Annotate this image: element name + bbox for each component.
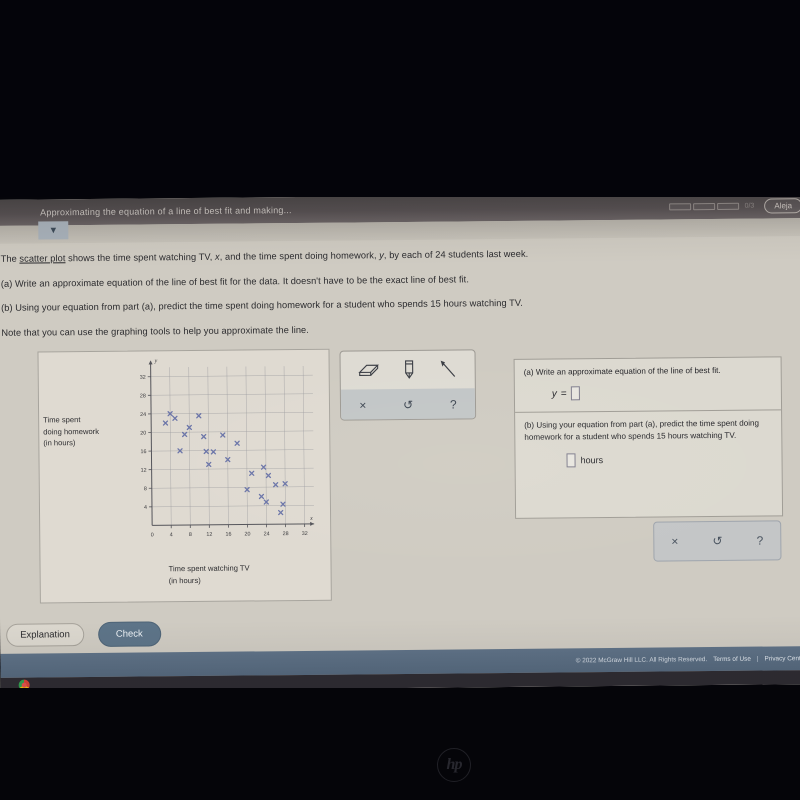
- plot-canvas[interactable]: 0 4 8 12 16 20 24 28 32 4 8 12 16 20 24 28 32 y x: [137, 356, 321, 548]
- svg-text:32: 32: [140, 375, 146, 381]
- progress-pill: [669, 202, 692, 210]
- hours-row: hours: [566, 451, 772, 468]
- svg-text:24: 24: [140, 412, 146, 418]
- equation-input-field[interactable]: [570, 386, 580, 401]
- answer-help-button[interactable]: ?: [757, 534, 764, 548]
- intro-text-b: shows the time spent watching TV,: [65, 251, 216, 264]
- laptop-screen: Approximating the equation of a line of …: [0, 192, 800, 692]
- data-point: [249, 471, 255, 477]
- svg-text:16: 16: [225, 532, 231, 538]
- progress-count: 0/3: [744, 202, 755, 210]
- pencil-icon[interactable]: [402, 360, 418, 380]
- svg-text:32: 32: [302, 531, 308, 537]
- intro-text-d: , by each of 24 students last week.: [383, 248, 529, 261]
- equation-equals: =: [560, 388, 567, 400]
- drawing-tool-row: [340, 351, 474, 390]
- y-axis-title-line-3: (in hours): [43, 438, 76, 448]
- hours-unit-label: hours: [580, 454, 604, 465]
- problem-intro: The scatter plot shows the time spent wa…: [1, 246, 800, 265]
- answer-part-a-prompt: (a) Write an approximate equation of the…: [523, 366, 721, 378]
- work-area: Time spent doing homework (in hours) Tim…: [1, 345, 800, 623]
- data-point: [172, 416, 178, 422]
- eraser-icon[interactable]: [358, 364, 380, 378]
- data-point: [196, 413, 202, 419]
- undo-answer-button[interactable]: ↺: [712, 534, 722, 548]
- problem-part-a: (a) Write an approximate equation of the…: [0, 273, 469, 289]
- svg-text:4: 4: [170, 533, 173, 539]
- clear-answer-button[interactable]: ×: [671, 535, 678, 549]
- svg-text:16: 16: [140, 450, 146, 456]
- svg-text:12: 12: [206, 532, 212, 538]
- data-point: [201, 434, 207, 440]
- answer-section-a: (a) Write an approximate equation of the…: [515, 358, 781, 412]
- data-point: [234, 441, 240, 447]
- progress-pill: [693, 202, 716, 210]
- x-axis-title-line-1: Time spent watching TV: [168, 563, 250, 574]
- laptop-bezel-top: [0, 0, 800, 197]
- terms-of-use-link[interactable]: Terms of Use: [713, 655, 751, 662]
- scatter-plot-svg[interactable]: 0 4 8 12 16 20 24 28 32 4 8 12 16 20 24 28 32 y x: [137, 356, 321, 548]
- x-axis-title: Time spent watching TV (in hours): [169, 563, 250, 587]
- drawing-action-row: × ↺ ?: [340, 388, 476, 422]
- y-axis-title-line-1: Time spent: [43, 415, 81, 425]
- answer-panel: (a) Write an approximate equation of the…: [513, 356, 784, 520]
- svg-text:24: 24: [264, 532, 270, 538]
- user-account-chip[interactable]: Aleja: [764, 197, 800, 214]
- y-axis-title-line-2: doing homework: [43, 426, 100, 437]
- answer-section-b: (b) Using your equation from part (a), p…: [515, 409, 782, 477]
- check-button[interactable]: Check: [97, 620, 161, 647]
- laptop-bezel-bottom: [0, 688, 800, 800]
- clear-drawing-button[interactable]: ×: [359, 398, 366, 412]
- svg-text:8: 8: [144, 487, 147, 493]
- svg-text:0: 0: [151, 533, 154, 539]
- svg-text:28: 28: [140, 394, 146, 400]
- data-point: [220, 432, 226, 439]
- drawing-help-button[interactable]: ?: [450, 397, 457, 411]
- answer-action-toolbar: × ↺ ?: [653, 520, 782, 563]
- explanation-button[interactable]: Explanation: [6, 622, 84, 647]
- equation-variable: y: [551, 388, 557, 400]
- copyright-text: © 2022 McGraw Hill LLC. All Rights Reser…: [575, 655, 708, 664]
- progress-indicator: 0/3: [669, 202, 755, 210]
- svg-text:20: 20: [140, 431, 146, 437]
- svg-text:20: 20: [245, 532, 251, 538]
- laptop-photo: Approximating the equation of a line of …: [0, 0, 800, 800]
- svg-text:8: 8: [189, 532, 192, 538]
- chevron-down-icon[interactable]: ▾: [38, 221, 69, 240]
- drawing-tool-palette[interactable]: × ↺ ?: [339, 349, 477, 422]
- problem-note: Note that you can use the graphing tools…: [1, 324, 309, 338]
- intro-text-c: , and the time spent doing homework,: [219, 250, 380, 262]
- footer-separator: |: [756, 655, 759, 663]
- data-point: [272, 482, 279, 488]
- x-axis-title-line-2: (in hours): [168, 575, 201, 586]
- data-point: [278, 510, 284, 516]
- svg-text:x: x: [309, 516, 313, 522]
- page-title: Approximating the equation of a line of …: [40, 205, 292, 218]
- y-axis-title: Time spent doing homework (in hours): [43, 414, 99, 449]
- data-point: [162, 420, 169, 427]
- line-segment-icon[interactable]: [440, 360, 458, 380]
- data-point: [203, 449, 209, 455]
- progress-pill: [717, 202, 740, 210]
- svg-text:4: 4: [144, 505, 147, 511]
- data-point: [181, 432, 188, 438]
- privacy-center-link[interactable]: Privacy Center: [765, 655, 800, 662]
- hp-logo: hp: [437, 748, 471, 782]
- undo-drawing-button[interactable]: ↺: [403, 398, 413, 412]
- scatter-plot-link[interactable]: scatter plot: [19, 253, 65, 263]
- scatter-plot-card[interactable]: Time spent doing homework (in hours) Tim…: [37, 349, 332, 604]
- intro-text-a: The: [0, 253, 20, 264]
- data-point: [265, 473, 272, 479]
- svg-text:28: 28: [283, 532, 289, 538]
- problem-part-b: (b) Using your equation from part (a), p…: [1, 298, 523, 314]
- data-point: [258, 494, 265, 500]
- svg-text:12: 12: [141, 468, 147, 474]
- answer-part-b-prompt: (b) Using your equation from part (a), p…: [524, 418, 760, 442]
- equation-row: y =: [552, 385, 772, 401]
- svg-text:y: y: [154, 359, 158, 365]
- hours-input-field[interactable]: [566, 452, 576, 468]
